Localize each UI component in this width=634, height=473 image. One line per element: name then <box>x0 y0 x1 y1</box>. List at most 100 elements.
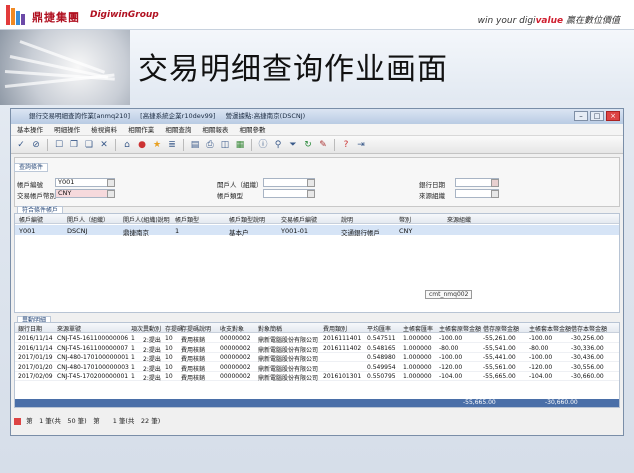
menu-item[interactable]: 相關查詢 <box>165 126 191 134</box>
column-header[interactable]: 借存原幣金額 <box>483 324 519 333</box>
cell: 1.000000 <box>403 363 432 371</box>
cell: -55,541.00 <box>483 344 516 352</box>
currency-field[interactable]: CNY <box>55 189 115 198</box>
doc-icon[interactable]: ▤ <box>189 139 201 151</box>
lookup-icon[interactable] <box>107 190 115 198</box>
cell: 2:提出 <box>143 375 161 382</box>
column-header[interactable]: 幣別 <box>399 215 411 224</box>
export-icon[interactable]: ▦ <box>234 139 246 151</box>
column-header[interactable]: 說明 <box>341 215 353 224</box>
column-header[interactable]: 開戶人（組織） <box>67 215 109 224</box>
cell: -100.00 <box>529 354 553 361</box>
column-header[interactable]: 費用類別 <box>323 324 347 333</box>
logo-cn: 鼎捷集團 <box>32 11 80 24</box>
cell: CNJ-T45-170200000001 <box>57 373 129 380</box>
copy2-icon[interactable]: ❏ <box>83 139 95 151</box>
column-header[interactable]: 交易帳戶編號 <box>281 215 317 224</box>
info-icon[interactable]: ⓘ <box>257 139 269 151</box>
lookup-icon[interactable] <box>307 179 315 187</box>
column-header[interactable]: 主帳套匯率 <box>403 324 433 333</box>
column-header[interactable]: 對象簡稱 <box>258 324 282 333</box>
filter-icon[interactable]: ⏷ <box>287 139 299 151</box>
search-icon[interactable]: ⚲ <box>272 139 284 151</box>
star-icon[interactable]: ★ <box>151 139 163 151</box>
help-icon[interactable]: ? <box>340 139 352 151</box>
menu-item[interactable]: 相關參數 <box>239 126 265 134</box>
calendar-icon[interactable] <box>491 179 499 187</box>
cell: 2017/01/19 <box>18 354 53 361</box>
close-button[interactable]: × <box>606 111 620 121</box>
toolbar-separator <box>115 138 116 151</box>
maximize-button[interactable]: □ <box>590 111 604 121</box>
cell: 00000002 <box>220 363 251 371</box>
column-header[interactable]: 異動別 <box>143 324 161 333</box>
cell: -120.00 <box>529 363 553 371</box>
column-header[interactable]: 帳戶類型說明 <box>229 215 265 224</box>
refresh-icon[interactable]: ↻ <box>302 139 314 151</box>
pin-icon[interactable]: ● <box>136 139 148 151</box>
column-header[interactable]: 開戶人(組織)說明 <box>123 215 170 224</box>
table-row[interactable] <box>15 225 619 235</box>
preview-icon[interactable]: ◫ <box>219 139 231 151</box>
home-icon[interactable]: ⌂ <box>121 139 133 151</box>
nav-first-icon[interactable] <box>14 417 21 425</box>
bank-code-field[interactable]: Y001 <box>55 178 115 187</box>
cell: 0.548980 <box>367 354 396 361</box>
exit-icon[interactable]: ⇥ <box>355 139 367 151</box>
menu-item[interactable]: 基本操作 <box>17 126 43 134</box>
menu-item[interactable]: 檢視資料 <box>91 126 117 134</box>
lookup-icon[interactable] <box>107 179 115 187</box>
list-icon[interactable]: ≣ <box>166 139 178 151</box>
cell: -80.00 <box>439 344 459 352</box>
minimize-button[interactable]: – <box>574 111 588 121</box>
window-tab[interactable]: 銀行交易明細查詢作業[anmq210] <box>29 109 130 124</box>
column-header[interactable]: 項次 <box>131 324 143 333</box>
cell: -30,256.00 <box>571 335 604 342</box>
column-header[interactable]: 收支對象 <box>220 324 244 333</box>
cell: 2017/01/20 <box>18 363 53 371</box>
cancel-icon[interactable]: ⊘ <box>30 139 42 151</box>
cell: 1 <box>131 373 135 380</box>
print-icon[interactable]: ⎙ <box>204 139 216 151</box>
cell: -100.00 <box>529 335 553 342</box>
cell: 交通銀行帳戶 <box>341 229 380 237</box>
column-header[interactable]: 來源組織 <box>447 215 471 224</box>
cell: 10 <box>165 335 173 342</box>
column-header[interactable]: 平均匯率 <box>367 324 391 333</box>
column-header[interactable]: 帳戶類型 <box>175 215 199 224</box>
window-tab[interactable]: 營運據點:高捷南京(DSCNJ) <box>225 109 305 124</box>
column-header[interactable]: 借存本幣金額 <box>571 324 607 333</box>
clear-icon[interactable]: ✎ <box>317 139 329 151</box>
toolbar-separator <box>47 138 48 151</box>
cell: -55,561.00 <box>483 363 516 371</box>
column-header[interactable]: 來源單號 <box>57 324 81 333</box>
cell: 2016111401 <box>323 335 362 342</box>
staircase-image <box>0 30 130 105</box>
column-header[interactable]: 銀行日期 <box>18 324 42 333</box>
cell: -104.00 <box>529 373 553 380</box>
tab-query[interactable]: 查詢條件 <box>14 163 49 172</box>
bank-code-label: 帳戶編號 <box>17 181 43 189</box>
lookup-icon[interactable] <box>307 190 315 198</box>
column-header[interactable]: 主帳套本幣金額 <box>529 324 571 333</box>
sum-original: -55,665.00 <box>463 399 496 406</box>
menu-item[interactable]: 相關報表 <box>202 126 228 134</box>
copy-icon[interactable]: ❐ <box>68 139 80 151</box>
delete-icon[interactable]: ✕ <box>98 139 110 151</box>
menu-item[interactable]: 明細操作 <box>54 126 80 134</box>
column-header[interactable]: 存提碼說明 <box>181 324 211 333</box>
window-tab[interactable]: [高捷系統企業r10dev99] <box>140 109 215 124</box>
column-header[interactable]: 帳戶編號 <box>19 215 43 224</box>
cell: CNJ-T45-161100000007 <box>57 344 129 352</box>
check-icon[interactable]: ✓ <box>15 139 27 151</box>
cell: 0.547511 <box>367 335 396 342</box>
cell: 2016101301 <box>323 373 362 380</box>
app-window: 銀行交易明細查詢作業[anmq210] [高捷系統企業r10dev99] 營運據… <box>10 108 624 436</box>
column-header[interactable]: 主帳套原幣金額 <box>439 324 481 333</box>
new-icon[interactable]: ☐ <box>53 139 65 151</box>
cell: 2016111402 <box>323 344 362 352</box>
lookup-icon[interactable] <box>491 190 499 198</box>
cell: 00000002 <box>220 373 251 380</box>
cell: 10 <box>165 363 173 371</box>
menu-item[interactable]: 相關作業 <box>128 126 154 134</box>
